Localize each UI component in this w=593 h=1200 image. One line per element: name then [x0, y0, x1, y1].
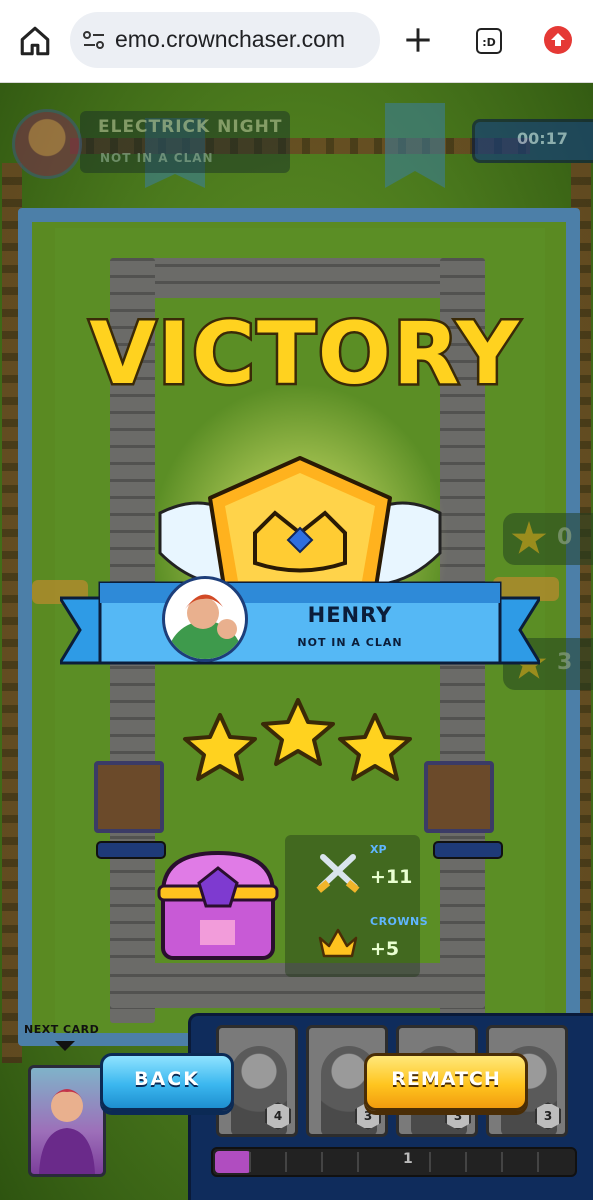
browser-toolbar: emo.crownchaser.com :D — [0, 0, 593, 83]
match-timer: 00:17 — [472, 119, 593, 163]
next-card-arrow-icon — [55, 1041, 75, 1051]
player-clan: NOT IN A CLAN — [297, 636, 403, 649]
victory-title: VICTORY — [87, 302, 521, 406]
elixir-tick — [357, 1152, 359, 1172]
player-ribbon — [60, 581, 540, 665]
rematch-button-label: REMATCH — [391, 1068, 501, 1090]
elixir-tick — [429, 1152, 431, 1172]
player-avatar — [162, 576, 248, 662]
stone-path — [117, 258, 472, 298]
opponent-score-pill: 0 — [503, 513, 593, 565]
elixir-count: 1 — [403, 1151, 413, 1167]
opponent-score: 0 — [557, 525, 573, 550]
xp-label: XP — [370, 843, 387, 856]
rematch-button[interactable]: REMATCH — [364, 1053, 528, 1111]
tab-switcher-icon[interactable]: :D — [476, 28, 502, 54]
star-3-icon — [338, 713, 412, 781]
site-settings-icon[interactable] — [82, 30, 106, 50]
player-score: 3 — [557, 650, 573, 675]
update-icon[interactable] — [544, 26, 572, 54]
crowns-label: CROWNS — [370, 915, 429, 928]
game-arena: ELECTRICK NIGHT NOT IN A CLAN 00:17 0 3 … — [0, 83, 593, 1200]
elixir-fill — [215, 1151, 251, 1173]
elixir-tick — [501, 1152, 503, 1172]
elixir-tick — [321, 1152, 323, 1172]
address-bar[interactable]: emo.crownchaser.com — [70, 12, 380, 68]
elixir-tick — [285, 1152, 287, 1172]
elixir-tick — [537, 1152, 539, 1172]
xp-value: +11 — [370, 866, 413, 888]
home-icon[interactable] — [18, 24, 52, 58]
crown-banner-flag — [385, 103, 445, 188]
opponent-avatar — [12, 109, 82, 179]
right-tower — [424, 761, 494, 833]
back-button-label: BACK — [134, 1068, 200, 1090]
back-button[interactable]: BACK — [100, 1053, 234, 1111]
new-tab-icon[interactable] — [404, 26, 432, 54]
opponent-name: ELECTRICK NIGHT — [98, 117, 283, 137]
victory-text: VICTORY — [89, 304, 520, 404]
star-icon — [511, 521, 547, 554]
opponent-clan: NOT IN A CLAN — [100, 151, 214, 165]
player-name: HENRY — [307, 603, 393, 627]
star-1-icon — [183, 713, 257, 781]
right-tower-health — [433, 841, 503, 859]
elixir-tick — [249, 1152, 251, 1172]
left-tower — [94, 761, 164, 833]
reward-chest-icon — [157, 850, 279, 960]
timer-text: 00:17 — [517, 129, 568, 148]
crowns-value: +5 — [370, 938, 400, 960]
victory-stars — [183, 698, 412, 781]
crossed-swords-icon — [316, 854, 360, 893]
elixir-tick — [465, 1152, 467, 1172]
url-text: emo.crownchaser.com — [115, 26, 346, 52]
next-card-label: NEXT CARD — [24, 1023, 100, 1036]
star-2-icon — [261, 698, 335, 766]
crown-icon — [318, 928, 358, 958]
next-card — [28, 1065, 106, 1177]
elixir-bar: 1 — [211, 1147, 577, 1177]
